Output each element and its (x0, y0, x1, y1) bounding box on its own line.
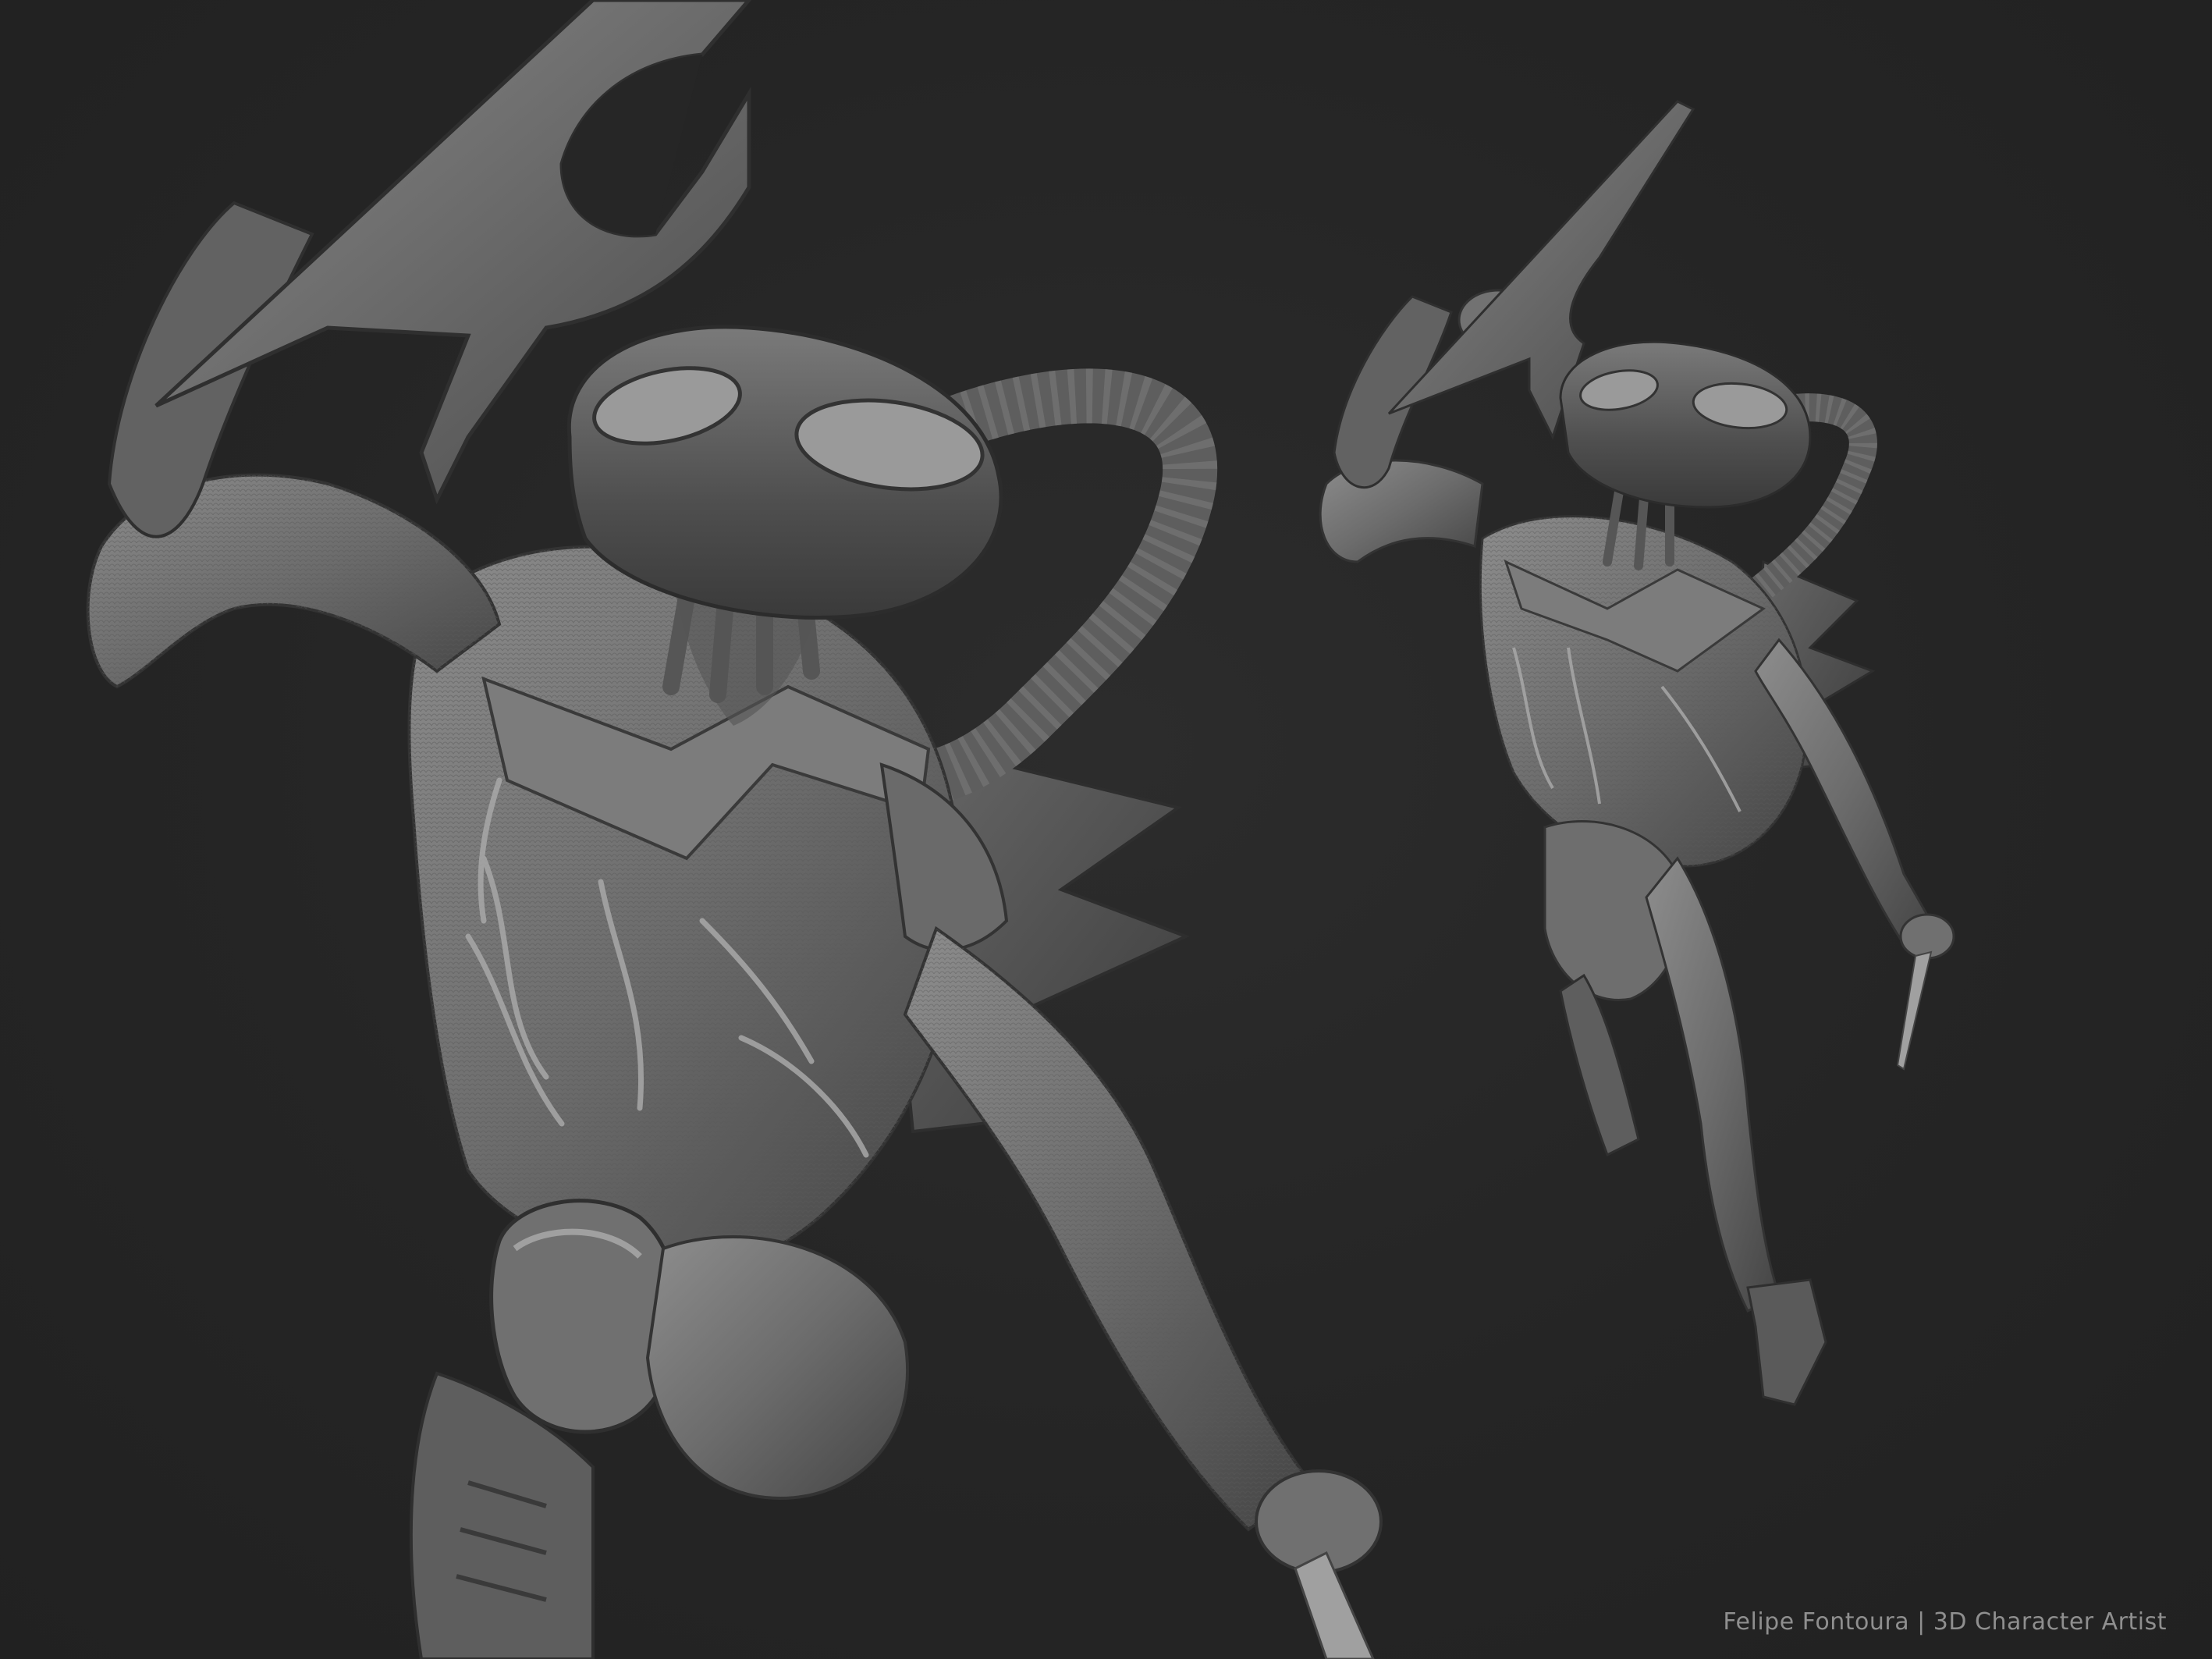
small-lower-fist (1899, 913, 1955, 960)
artist-credit-watermark: Felipe Fontoura | 3D Character Artist (1723, 1608, 2167, 1636)
large-glute (645, 1235, 910, 1501)
small-boot (1746, 1278, 1827, 1406)
character-render (86, 0, 1955, 1659)
large-dagger (1294, 1551, 1375, 1659)
large-figure (86, 0, 1383, 1659)
render-canvas: Felipe Fontoura | 3D Character Artist (0, 0, 2212, 1659)
small-figure (1319, 100, 1955, 1406)
small-back-leg (1645, 856, 1781, 1313)
small-dagger (1896, 950, 1933, 1071)
small-bent-shin (1559, 973, 1640, 1157)
